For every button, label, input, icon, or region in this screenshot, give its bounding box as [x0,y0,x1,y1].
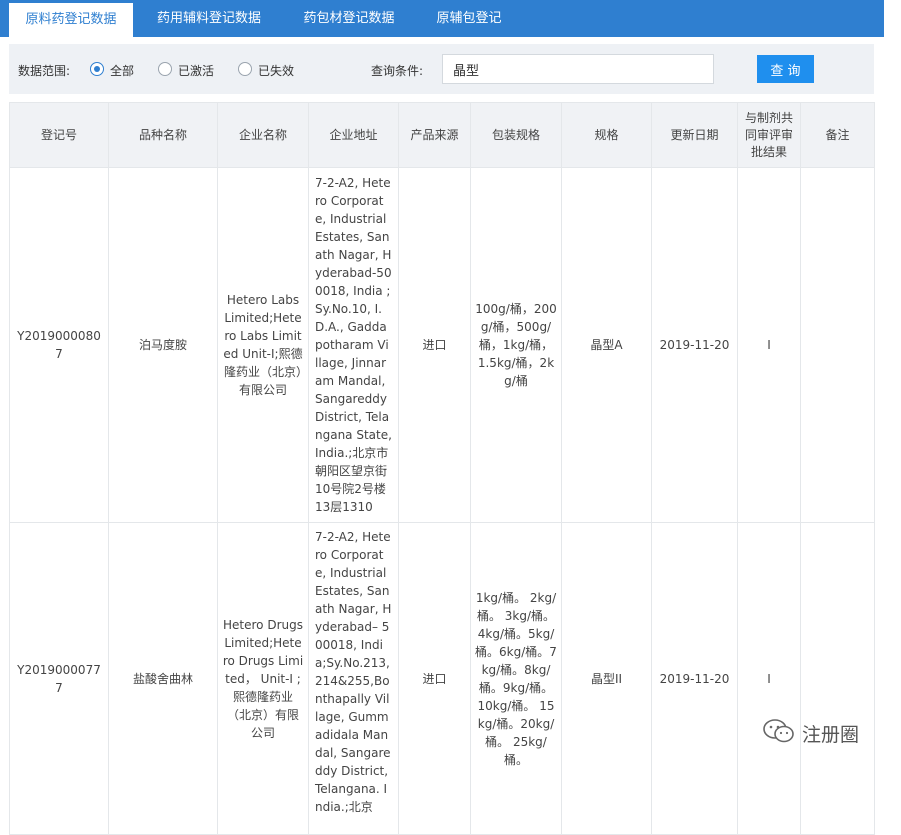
cell-company: Hetero Labs Limited;Hetero Labs Limited … [217,167,309,523]
range-label: 数据范围: [18,64,71,78]
cell-review-result: I [737,522,801,835]
cell-product: 泊马度胺 [108,167,218,523]
watermark: 注册圈 [762,718,859,748]
header-company: 企业名称 [217,102,309,168]
cell-reg-no: Y20190000807 [9,167,109,523]
cell-note [800,167,875,523]
cell-updated: 2019-11-20 [651,167,738,523]
query-button[interactable]: 查 询 [757,55,814,83]
cell-product: 盐酸舍曲林 [108,522,218,835]
radio-all[interactable] [90,62,104,76]
tab-packaging-registration[interactable]: 药包材登记数据 [290,0,408,37]
cell-note [800,522,875,835]
results-table: 登记号 品种名称 企业名称 企业地址 产品来源 包装规格 规格 更新日期 与制剂… [9,102,875,835]
results-table-wrapper: 登记号 品种名称 企业名称 企业地址 产品来源 包装规格 规格 更新日期 与制剂… [9,102,875,835]
cell-source: 进口 [398,167,471,523]
header-updated: 更新日期 [651,102,738,168]
cell-packaging: 1kg/桶。 2kg/桶。 3kg/桶。4kg/桶。5kg/桶。6kg/桶。7k… [470,522,562,835]
filter-bar: 数据范围: 全部 已激活 已失效 查询条件: 查 询 [9,44,874,94]
top-tab-bar: 原料药登记数据 药用辅料登记数据 药包材登记数据 原辅包登记 [0,0,884,37]
cell-company: Hetero Drugs Limited;Hetero Drugs Limite… [217,522,309,835]
header-address: 企业地址 [308,102,399,168]
tab-excipient-registration[interactable]: 药用辅料登记数据 [140,0,278,37]
cell-spec: 晶型II [561,522,652,835]
header-source: 产品来源 [398,102,471,168]
cell-updated: 2019-11-20 [651,522,738,835]
header-packaging: 包装规格 [470,102,562,168]
header-review-result: 与制剂共同审评审批结果 [737,102,801,168]
radio-all-label[interactable]: 全部 [110,62,134,79]
header-spec: 规格 [561,102,652,168]
cell-spec: 晶型A [561,167,652,523]
tab-api-excipient-packaging[interactable]: 原辅包登记 [424,0,514,37]
cell-reg-no: Y20190000777 [9,522,109,835]
table-row: Y20190000777 盐酸舍曲林 Hetero Drugs Limited;… [9,522,875,835]
query-input[interactable] [442,54,714,84]
header-reg-no: 登记号 [9,102,109,168]
cell-packaging: 100g/桶，200g/桶，500g/桶，1kg/桶，1.5kg/桶，2kg/桶 [470,167,562,523]
radio-expired-label[interactable]: 已失效 [258,62,294,79]
cell-source: 进口 [398,522,471,835]
wechat-icon [762,718,796,748]
cell-review-result: I [737,167,801,523]
table-row: Y20190000807 泊马度胺 Hetero Labs Limited;He… [9,167,875,523]
radio-activated-label[interactable]: 已激活 [178,62,214,79]
radio-expired[interactable] [238,62,252,76]
cell-address: 7-2-A2, Hetero Corporate, Industrial Est… [308,167,399,523]
watermark-text: 注册圈 [802,723,860,746]
tab-api-registration[interactable]: 原料药登记数据 [9,0,133,37]
header-note: 备注 [800,102,875,168]
table-header-row: 登记号 品种名称 企业名称 企业地址 产品来源 包装规格 规格 更新日期 与制剂… [9,102,875,168]
radio-activated[interactable] [158,62,172,76]
cell-address: 7-2-A2, Hetero Corporate, Industrial Est… [308,522,399,835]
query-label: 查询条件: [371,64,424,78]
header-product: 品种名称 [108,102,218,168]
